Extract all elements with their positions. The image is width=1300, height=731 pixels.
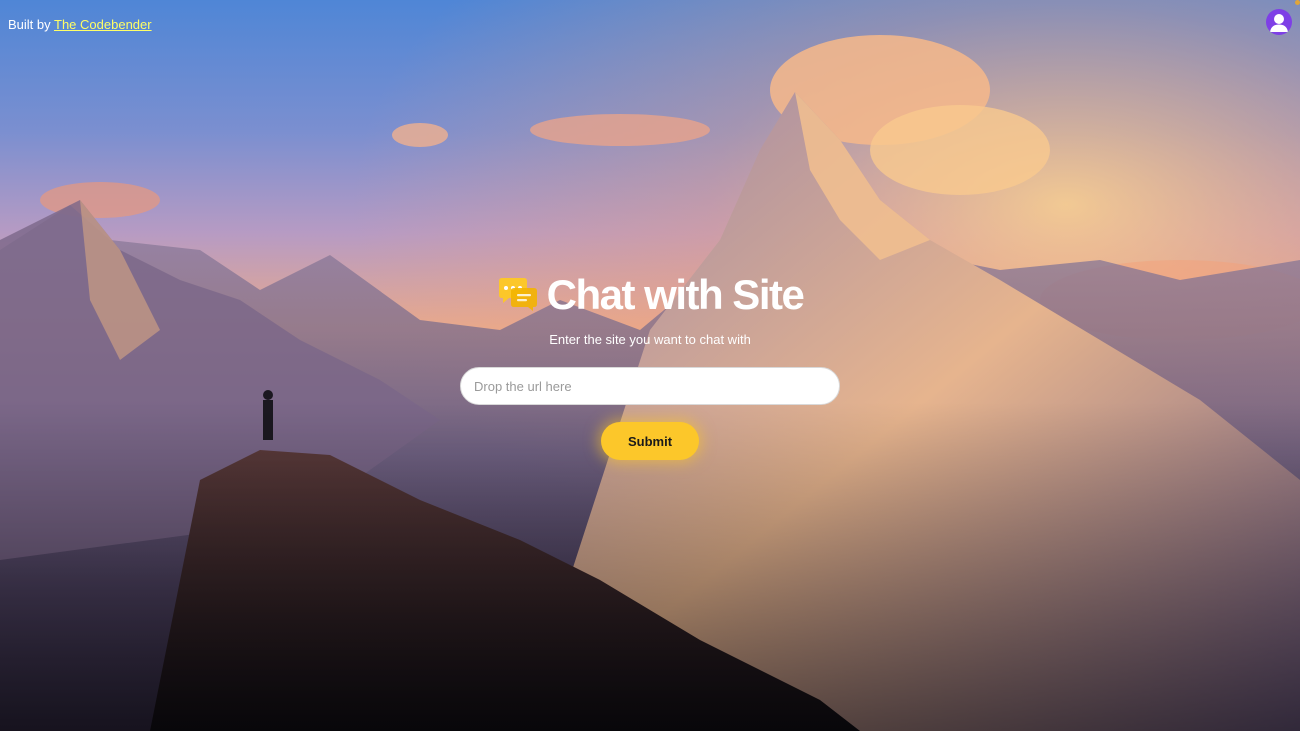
page-title: Chat with Site [546, 271, 805, 318]
url-input[interactable] [460, 367, 840, 405]
credit-prefix: Built by [8, 17, 55, 32]
credit-text: Built by The Codebender [8, 17, 152, 33]
chat-bubbles-icon [498, 278, 537, 311]
page-subtitle: Enter the site you want to chat with [549, 332, 751, 347]
submit-button[interactable]: Submit [601, 422, 699, 460]
user-avatar-button[interactable] [1266, 9, 1292, 35]
user-avatar-icon [1270, 14, 1288, 32]
codebender-link[interactable]: The Codebender [54, 17, 152, 32]
title-row: Chat with Site [497, 268, 805, 322]
status-dot [1295, 0, 1300, 5]
page-root: Built by The Codebender Chat with Site E… [0, 0, 1300, 731]
hero: Chat with Site Enter the site you want t… [0, 268, 1300, 460]
